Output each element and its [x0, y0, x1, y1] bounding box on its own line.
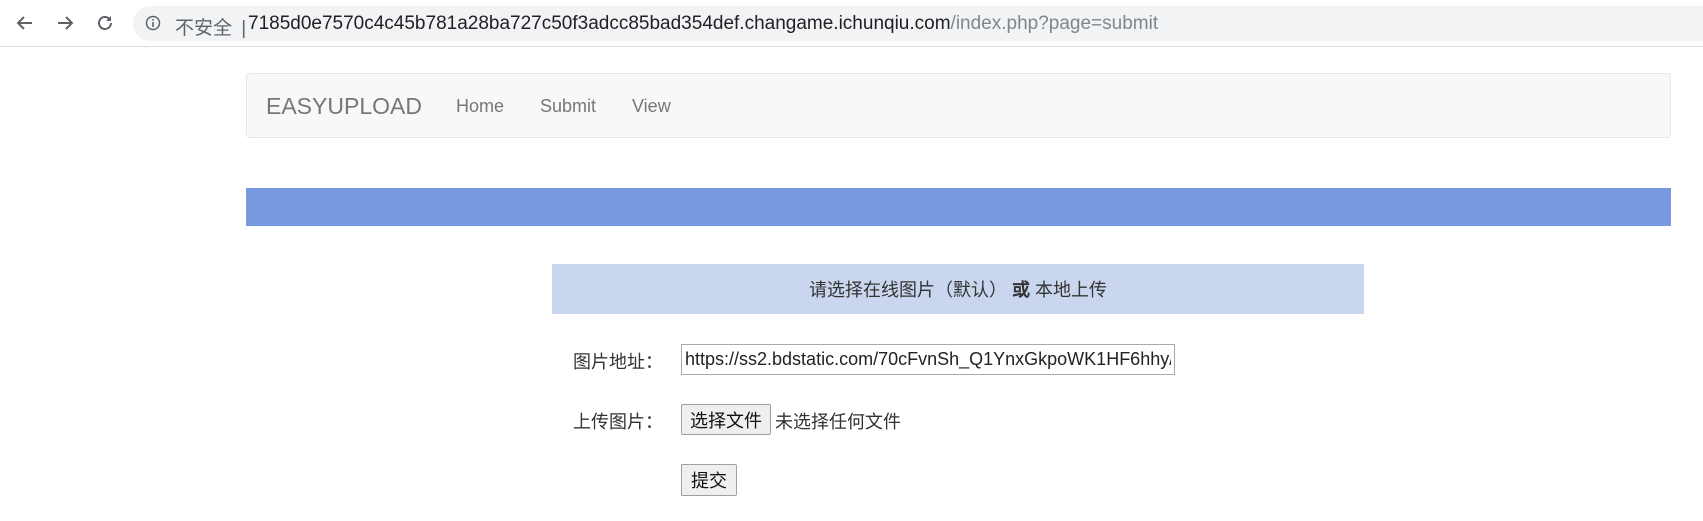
nav-link-submit[interactable]: Submit	[540, 96, 596, 117]
notice-text-1: 请选择在线图片（默认）	[809, 280, 1007, 300]
url-text: 7185d0e7570c4c45b781a28ba727c50f3adcc85b…	[248, 13, 1158, 35]
nav-link-view[interactable]: View	[632, 96, 671, 117]
brand-logo[interactable]: EASYUPLOAD	[266, 93, 422, 120]
banner-bar	[246, 188, 1671, 226]
image-url-label: 图片地址：	[573, 352, 663, 372]
security-separator: |	[241, 18, 247, 39]
address-bar[interactable]: 不安全 | 7185d0e7570c4c45b781a28ba727c50f3a…	[133, 6, 1703, 41]
choose-file-button[interactable]: 选择文件	[681, 404, 771, 435]
site-navbar: EASYUPLOAD Home Submit View	[246, 73, 1671, 138]
info-icon[interactable]	[145, 15, 161, 31]
security-label: 不安全	[175, 18, 233, 39]
back-arrow-icon[interactable]	[10, 8, 40, 38]
browser-toolbar: 不安全 | 7185d0e7570c4c45b781a28ba727c50f3a…	[0, 0, 1703, 47]
security-status[interactable]: 不安全 |	[175, 13, 246, 40]
upload-notice: 请选择在线图片（默认）或本地上传	[552, 264, 1364, 314]
url-path: /index.php?page=submit	[950, 13, 1159, 34]
image-url-input[interactable]	[681, 344, 1175, 375]
notice-text-2: 本地上传	[1035, 280, 1107, 300]
url-host: 7185d0e7570c4c45b781a28ba727c50f3adcc85b…	[248, 13, 951, 34]
reload-icon[interactable]	[90, 8, 120, 38]
upload-image-label: 上传图片：	[573, 412, 663, 432]
file-status-text: 未选择任何文件	[775, 412, 901, 432]
notice-emphasis: 或	[1012, 280, 1030, 300]
forward-arrow-icon[interactable]	[50, 8, 80, 38]
nav-link-home[interactable]: Home	[456, 96, 504, 117]
submit-button[interactable]: 提交	[681, 464, 737, 496]
